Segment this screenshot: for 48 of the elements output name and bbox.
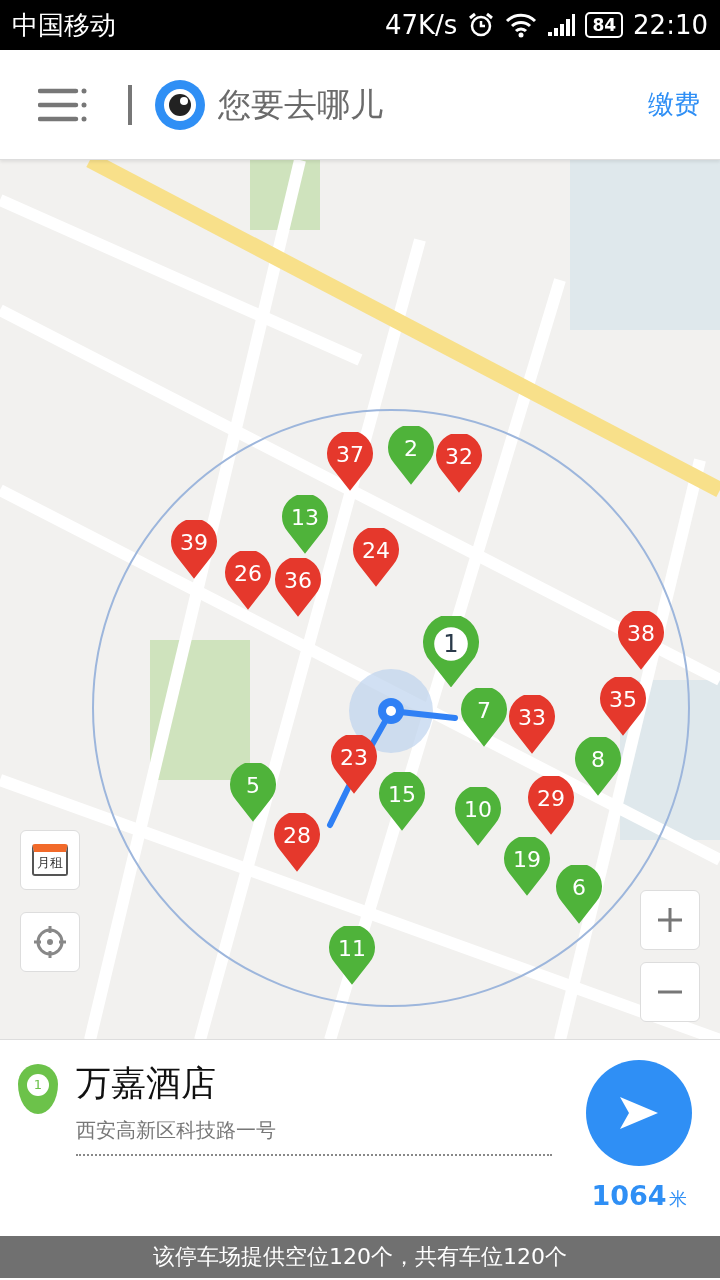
signal-icon (547, 13, 576, 37)
map-pin[interactable]: 10 (455, 787, 501, 846)
alarm-clock-icon (467, 11, 496, 39)
map-pin[interactable]: 38 (618, 611, 664, 670)
map-pin[interactable]: 15 (379, 772, 425, 831)
monthly-rent-button[interactable]: 月租 (20, 830, 80, 890)
search-field[interactable]: 您要去哪儿 (216, 78, 648, 131)
availability-notice: 该停车场提供空位120个，共有车位120个 (0, 1236, 720, 1278)
minus-icon (657, 989, 683, 995)
locate-button[interactable] (20, 912, 80, 972)
map-pin[interactable]: 36 (275, 558, 321, 617)
locate-icon (33, 925, 67, 959)
map-pin[interactable]: 13 (282, 495, 328, 554)
location-dot (378, 698, 404, 724)
map-pin[interactable]: 24 (353, 528, 399, 587)
map-pin[interactable]: 33 (509, 695, 555, 754)
map-pin[interactable]: 1 (423, 616, 479, 687)
eye-logo-icon (154, 78, 206, 131)
map-pin[interactable]: 19 (504, 837, 550, 896)
map-pin[interactable]: 6 (556, 865, 602, 924)
map-pin[interactable]: 29 (528, 776, 574, 835)
wifi-icon (505, 12, 538, 38)
map-pin[interactable]: 39 (171, 520, 217, 579)
distance-text: 1064米 (591, 1180, 687, 1211)
map-pin[interactable]: 28 (274, 813, 320, 872)
place-name: 万嘉酒店 (76, 1062, 217, 1105)
battery-indicator: 84 (585, 12, 624, 38)
map-pin[interactable]: 11 (329, 926, 375, 985)
map-pin[interactable]: 35 (600, 677, 646, 736)
network-speed: 47K/s (384, 10, 458, 40)
place-pin-icon: 1 (18, 1064, 58, 1114)
clock-time: 22:10 (633, 10, 708, 40)
send-arrow-icon (619, 1096, 659, 1130)
map-pin[interactable]: 2 (388, 426, 434, 485)
map-pin[interactable]: 37 (327, 432, 373, 491)
map-pin[interactable]: 7 (461, 688, 507, 747)
plus-icon (657, 907, 683, 933)
place-address: 西安高新区科技路一号 (76, 1117, 277, 1144)
pay-link[interactable]: 缴费 (648, 87, 700, 122)
map-pin[interactable]: 23 (331, 735, 377, 794)
map-pin[interactable]: 26 (225, 551, 271, 610)
carrier-name: 中国移动 (12, 8, 116, 42)
calendar-icon: 月租 (32, 844, 68, 876)
zoom-out-button[interactable] (640, 962, 700, 1022)
map-pin[interactable]: 8 (575, 737, 621, 796)
map-pin[interactable]: 32 (436, 434, 482, 493)
map-pin[interactable]: 5 (230, 763, 276, 822)
zoom-in-button[interactable] (640, 890, 700, 950)
